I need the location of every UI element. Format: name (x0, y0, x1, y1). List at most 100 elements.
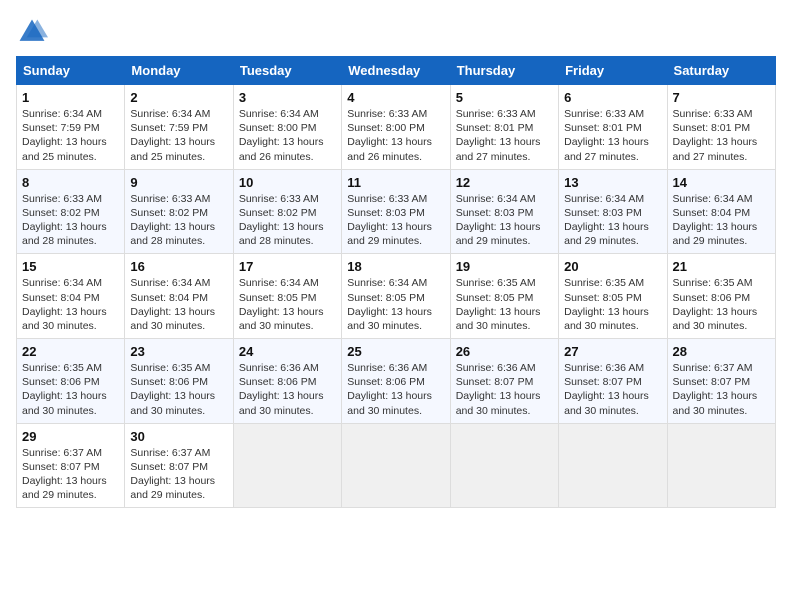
day-info: Sunrise: 6:36 AM Sunset: 8:07 PM Dayligh… (564, 361, 661, 418)
day-info: Sunrise: 6:35 AM Sunset: 8:06 PM Dayligh… (22, 361, 119, 418)
day-info: Sunrise: 6:35 AM Sunset: 8:06 PM Dayligh… (673, 276, 770, 333)
calendar-body: 1 Sunrise: 6:34 AM Sunset: 7:59 PM Dayli… (17, 85, 776, 508)
day-info: Sunrise: 6:33 AM Sunset: 8:00 PM Dayligh… (347, 107, 444, 164)
day-number: 12 (456, 175, 553, 190)
calendar-week-2: 8 Sunrise: 6:33 AM Sunset: 8:02 PM Dayli… (17, 169, 776, 254)
weekday-header-monday: Monday (125, 57, 233, 85)
day-info: Sunrise: 6:33 AM Sunset: 8:01 PM Dayligh… (673, 107, 770, 164)
logo (16, 16, 52, 48)
calendar-cell (233, 423, 341, 508)
weekday-header-wednesday: Wednesday (342, 57, 450, 85)
calendar-cell: 24 Sunrise: 6:36 AM Sunset: 8:06 PM Dayl… (233, 339, 341, 424)
day-number: 14 (673, 175, 770, 190)
day-info: Sunrise: 6:36 AM Sunset: 8:06 PM Dayligh… (347, 361, 444, 418)
day-info: Sunrise: 6:35 AM Sunset: 8:05 PM Dayligh… (564, 276, 661, 333)
day-info: Sunrise: 6:34 AM Sunset: 8:04 PM Dayligh… (130, 276, 227, 333)
calendar-cell: 5 Sunrise: 6:33 AM Sunset: 8:01 PM Dayli… (450, 85, 558, 170)
weekday-header-row: SundayMondayTuesdayWednesdayThursdayFrid… (17, 57, 776, 85)
day-number: 2 (130, 90, 227, 105)
day-info: Sunrise: 6:34 AM Sunset: 8:05 PM Dayligh… (239, 276, 336, 333)
day-number: 8 (22, 175, 119, 190)
calendar-cell (342, 423, 450, 508)
calendar-cell: 16 Sunrise: 6:34 AM Sunset: 8:04 PM Dayl… (125, 254, 233, 339)
calendar-cell: 2 Sunrise: 6:34 AM Sunset: 7:59 PM Dayli… (125, 85, 233, 170)
calendar-cell: 26 Sunrise: 6:36 AM Sunset: 8:07 PM Dayl… (450, 339, 558, 424)
day-info: Sunrise: 6:37 AM Sunset: 8:07 PM Dayligh… (22, 446, 119, 503)
day-number: 4 (347, 90, 444, 105)
day-info: Sunrise: 6:37 AM Sunset: 8:07 PM Dayligh… (673, 361, 770, 418)
calendar-cell: 19 Sunrise: 6:35 AM Sunset: 8:05 PM Dayl… (450, 254, 558, 339)
day-info: Sunrise: 6:34 AM Sunset: 7:59 PM Dayligh… (130, 107, 227, 164)
calendar-week-5: 29 Sunrise: 6:37 AM Sunset: 8:07 PM Dayl… (17, 423, 776, 508)
day-number: 19 (456, 259, 553, 274)
day-info: Sunrise: 6:34 AM Sunset: 8:05 PM Dayligh… (347, 276, 444, 333)
weekday-header-friday: Friday (559, 57, 667, 85)
day-info: Sunrise: 6:35 AM Sunset: 8:06 PM Dayligh… (130, 361, 227, 418)
calendar-cell: 14 Sunrise: 6:34 AM Sunset: 8:04 PM Dayl… (667, 169, 775, 254)
day-number: 15 (22, 259, 119, 274)
day-number: 3 (239, 90, 336, 105)
day-info: Sunrise: 6:34 AM Sunset: 7:59 PM Dayligh… (22, 107, 119, 164)
day-number: 30 (130, 429, 227, 444)
calendar-cell (559, 423, 667, 508)
calendar-cell: 11 Sunrise: 6:33 AM Sunset: 8:03 PM Dayl… (342, 169, 450, 254)
day-number: 13 (564, 175, 661, 190)
day-number: 27 (564, 344, 661, 359)
calendar-week-4: 22 Sunrise: 6:35 AM Sunset: 8:06 PM Dayl… (17, 339, 776, 424)
calendar-cell (450, 423, 558, 508)
calendar-cell: 13 Sunrise: 6:34 AM Sunset: 8:03 PM Dayl… (559, 169, 667, 254)
day-info: Sunrise: 6:33 AM Sunset: 8:02 PM Dayligh… (22, 192, 119, 249)
calendar-cell: 15 Sunrise: 6:34 AM Sunset: 8:04 PM Dayl… (17, 254, 125, 339)
calendar-cell: 10 Sunrise: 6:33 AM Sunset: 8:02 PM Dayl… (233, 169, 341, 254)
day-number: 25 (347, 344, 444, 359)
calendar-table: SundayMondayTuesdayWednesdayThursdayFrid… (16, 56, 776, 508)
day-info: Sunrise: 6:33 AM Sunset: 8:01 PM Dayligh… (564, 107, 661, 164)
day-number: 21 (673, 259, 770, 274)
page-header (16, 16, 776, 48)
calendar-cell: 28 Sunrise: 6:37 AM Sunset: 8:07 PM Dayl… (667, 339, 775, 424)
weekday-header-saturday: Saturday (667, 57, 775, 85)
calendar-cell: 17 Sunrise: 6:34 AM Sunset: 8:05 PM Dayl… (233, 254, 341, 339)
weekday-header-sunday: Sunday (17, 57, 125, 85)
day-number: 10 (239, 175, 336, 190)
day-number: 18 (347, 259, 444, 274)
day-number: 1 (22, 90, 119, 105)
day-info: Sunrise: 6:33 AM Sunset: 8:01 PM Dayligh… (456, 107, 553, 164)
day-info: Sunrise: 6:35 AM Sunset: 8:05 PM Dayligh… (456, 276, 553, 333)
day-info: Sunrise: 6:34 AM Sunset: 8:03 PM Dayligh… (456, 192, 553, 249)
day-number: 6 (564, 90, 661, 105)
calendar-cell: 20 Sunrise: 6:35 AM Sunset: 8:05 PM Dayl… (559, 254, 667, 339)
day-number: 5 (456, 90, 553, 105)
day-info: Sunrise: 6:34 AM Sunset: 8:03 PM Dayligh… (564, 192, 661, 249)
day-number: 20 (564, 259, 661, 274)
calendar-cell: 12 Sunrise: 6:34 AM Sunset: 8:03 PM Dayl… (450, 169, 558, 254)
day-number: 7 (673, 90, 770, 105)
calendar-cell: 9 Sunrise: 6:33 AM Sunset: 8:02 PM Dayli… (125, 169, 233, 254)
calendar-week-3: 15 Sunrise: 6:34 AM Sunset: 8:04 PM Dayl… (17, 254, 776, 339)
day-number: 17 (239, 259, 336, 274)
day-info: Sunrise: 6:34 AM Sunset: 8:00 PM Dayligh… (239, 107, 336, 164)
calendar-cell: 21 Sunrise: 6:35 AM Sunset: 8:06 PM Dayl… (667, 254, 775, 339)
calendar-cell: 1 Sunrise: 6:34 AM Sunset: 7:59 PM Dayli… (17, 85, 125, 170)
calendar-cell: 23 Sunrise: 6:35 AM Sunset: 8:06 PM Dayl… (125, 339, 233, 424)
day-number: 29 (22, 429, 119, 444)
day-number: 26 (456, 344, 553, 359)
calendar-cell: 18 Sunrise: 6:34 AM Sunset: 8:05 PM Dayl… (342, 254, 450, 339)
day-info: Sunrise: 6:34 AM Sunset: 8:04 PM Dayligh… (22, 276, 119, 333)
calendar-cell: 7 Sunrise: 6:33 AM Sunset: 8:01 PM Dayli… (667, 85, 775, 170)
day-info: Sunrise: 6:36 AM Sunset: 8:07 PM Dayligh… (456, 361, 553, 418)
calendar-cell: 27 Sunrise: 6:36 AM Sunset: 8:07 PM Dayl… (559, 339, 667, 424)
calendar-cell (667, 423, 775, 508)
day-number: 24 (239, 344, 336, 359)
day-info: Sunrise: 6:36 AM Sunset: 8:06 PM Dayligh… (239, 361, 336, 418)
calendar-cell: 25 Sunrise: 6:36 AM Sunset: 8:06 PM Dayl… (342, 339, 450, 424)
day-info: Sunrise: 6:33 AM Sunset: 8:02 PM Dayligh… (130, 192, 227, 249)
calendar-cell: 30 Sunrise: 6:37 AM Sunset: 8:07 PM Dayl… (125, 423, 233, 508)
calendar-cell: 4 Sunrise: 6:33 AM Sunset: 8:00 PM Dayli… (342, 85, 450, 170)
day-info: Sunrise: 6:37 AM Sunset: 8:07 PM Dayligh… (130, 446, 227, 503)
calendar-cell: 8 Sunrise: 6:33 AM Sunset: 8:02 PM Dayli… (17, 169, 125, 254)
weekday-header-tuesday: Tuesday (233, 57, 341, 85)
logo-icon (16, 16, 48, 48)
day-number: 23 (130, 344, 227, 359)
day-number: 11 (347, 175, 444, 190)
